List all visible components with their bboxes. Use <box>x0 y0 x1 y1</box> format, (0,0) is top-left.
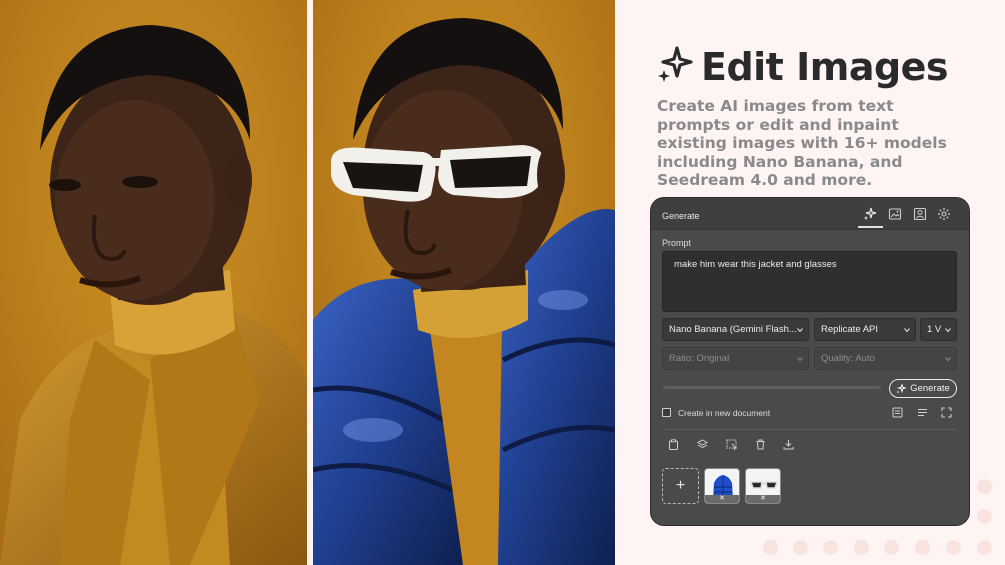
feature-heading: Edit Images <box>655 44 949 89</box>
page-title: Edit Images <box>701 44 949 89</box>
layers-icon[interactable] <box>696 439 709 450</box>
panel-header: Generate <box>651 198 969 230</box>
add-reference-image-button[interactable]: + <box>662 468 699 504</box>
after-photo <box>313 0 615 565</box>
portrait-icon[interactable] <box>913 207 927 221</box>
expand-icon[interactable] <box>941 407 952 418</box>
create-new-document-label: Create in new document <box>678 408 771 418</box>
reference-image-glasses[interactable]: ✕ <box>745 468 781 504</box>
ratio-select-value: Ratio: Original <box>669 353 730 364</box>
provider-select[interactable]: Replicate API <box>814 318 916 341</box>
before-photo-illustration <box>0 0 307 565</box>
save-preset-icon[interactable] <box>892 407 903 418</box>
list-options-icon[interactable] <box>917 407 928 418</box>
model-select-value: Nano Banana (Gemini Flash... <box>669 324 797 335</box>
select-icon[interactable] <box>726 439 738 451</box>
reference-image-jacket[interactable]: ✕ <box>704 468 740 504</box>
version-select-value: 1 V <box>927 324 942 335</box>
chevron-down-icon <box>904 328 910 333</box>
download-icon[interactable] <box>783 439 794 450</box>
sparkle-icon[interactable] <box>863 207 877 221</box>
before-photo <box>0 0 307 565</box>
chevron-down-icon <box>945 357 951 362</box>
sparkle-icon <box>896 383 907 393</box>
progress-bar <box>663 386 881 389</box>
gear-icon[interactable] <box>937 207 951 221</box>
remove-image-icon[interactable]: ✕ <box>746 495 780 503</box>
model-select[interactable]: Nano Banana (Gemini Flash... <box>662 318 809 341</box>
clipboard-icon[interactable] <box>668 439 679 450</box>
ratio-select[interactable]: Ratio: Original <box>662 347 809 370</box>
image-edit-icon[interactable] <box>888 207 902 221</box>
version-select[interactable]: 1 V <box>920 318 957 341</box>
trash-icon[interactable] <box>755 439 766 450</box>
chevron-down-icon <box>797 328 803 333</box>
chevron-down-icon <box>945 328 951 333</box>
prompt-label: Prompt <box>662 238 692 248</box>
provider-select-value: Replicate API <box>821 324 879 335</box>
sparkle-icon <box>655 44 701 89</box>
generate-button[interactable]: Generate <box>889 379 957 398</box>
divider <box>662 429 957 430</box>
panel-title: Generate <box>662 211 700 221</box>
active-tab-indicator <box>858 226 883 228</box>
after-photo-illustration <box>313 0 615 565</box>
create-new-document-checkbox[interactable] <box>662 408 671 417</box>
chevron-down-icon <box>797 357 803 362</box>
generate-panel: Generate Prompt make him wear this jacke… <box>650 197 970 526</box>
quality-select[interactable]: Quality: Auto <box>814 347 957 370</box>
generate-button-label: Generate <box>910 383 950 394</box>
prompt-input[interactable]: make him wear this jacket and glasses <box>662 251 957 312</box>
quality-select-value: Quality: Auto <box>821 353 875 364</box>
remove-image-icon[interactable]: ✕ <box>705 495 739 503</box>
feature-description: Create AI images from text prompts or ed… <box>657 97 947 189</box>
